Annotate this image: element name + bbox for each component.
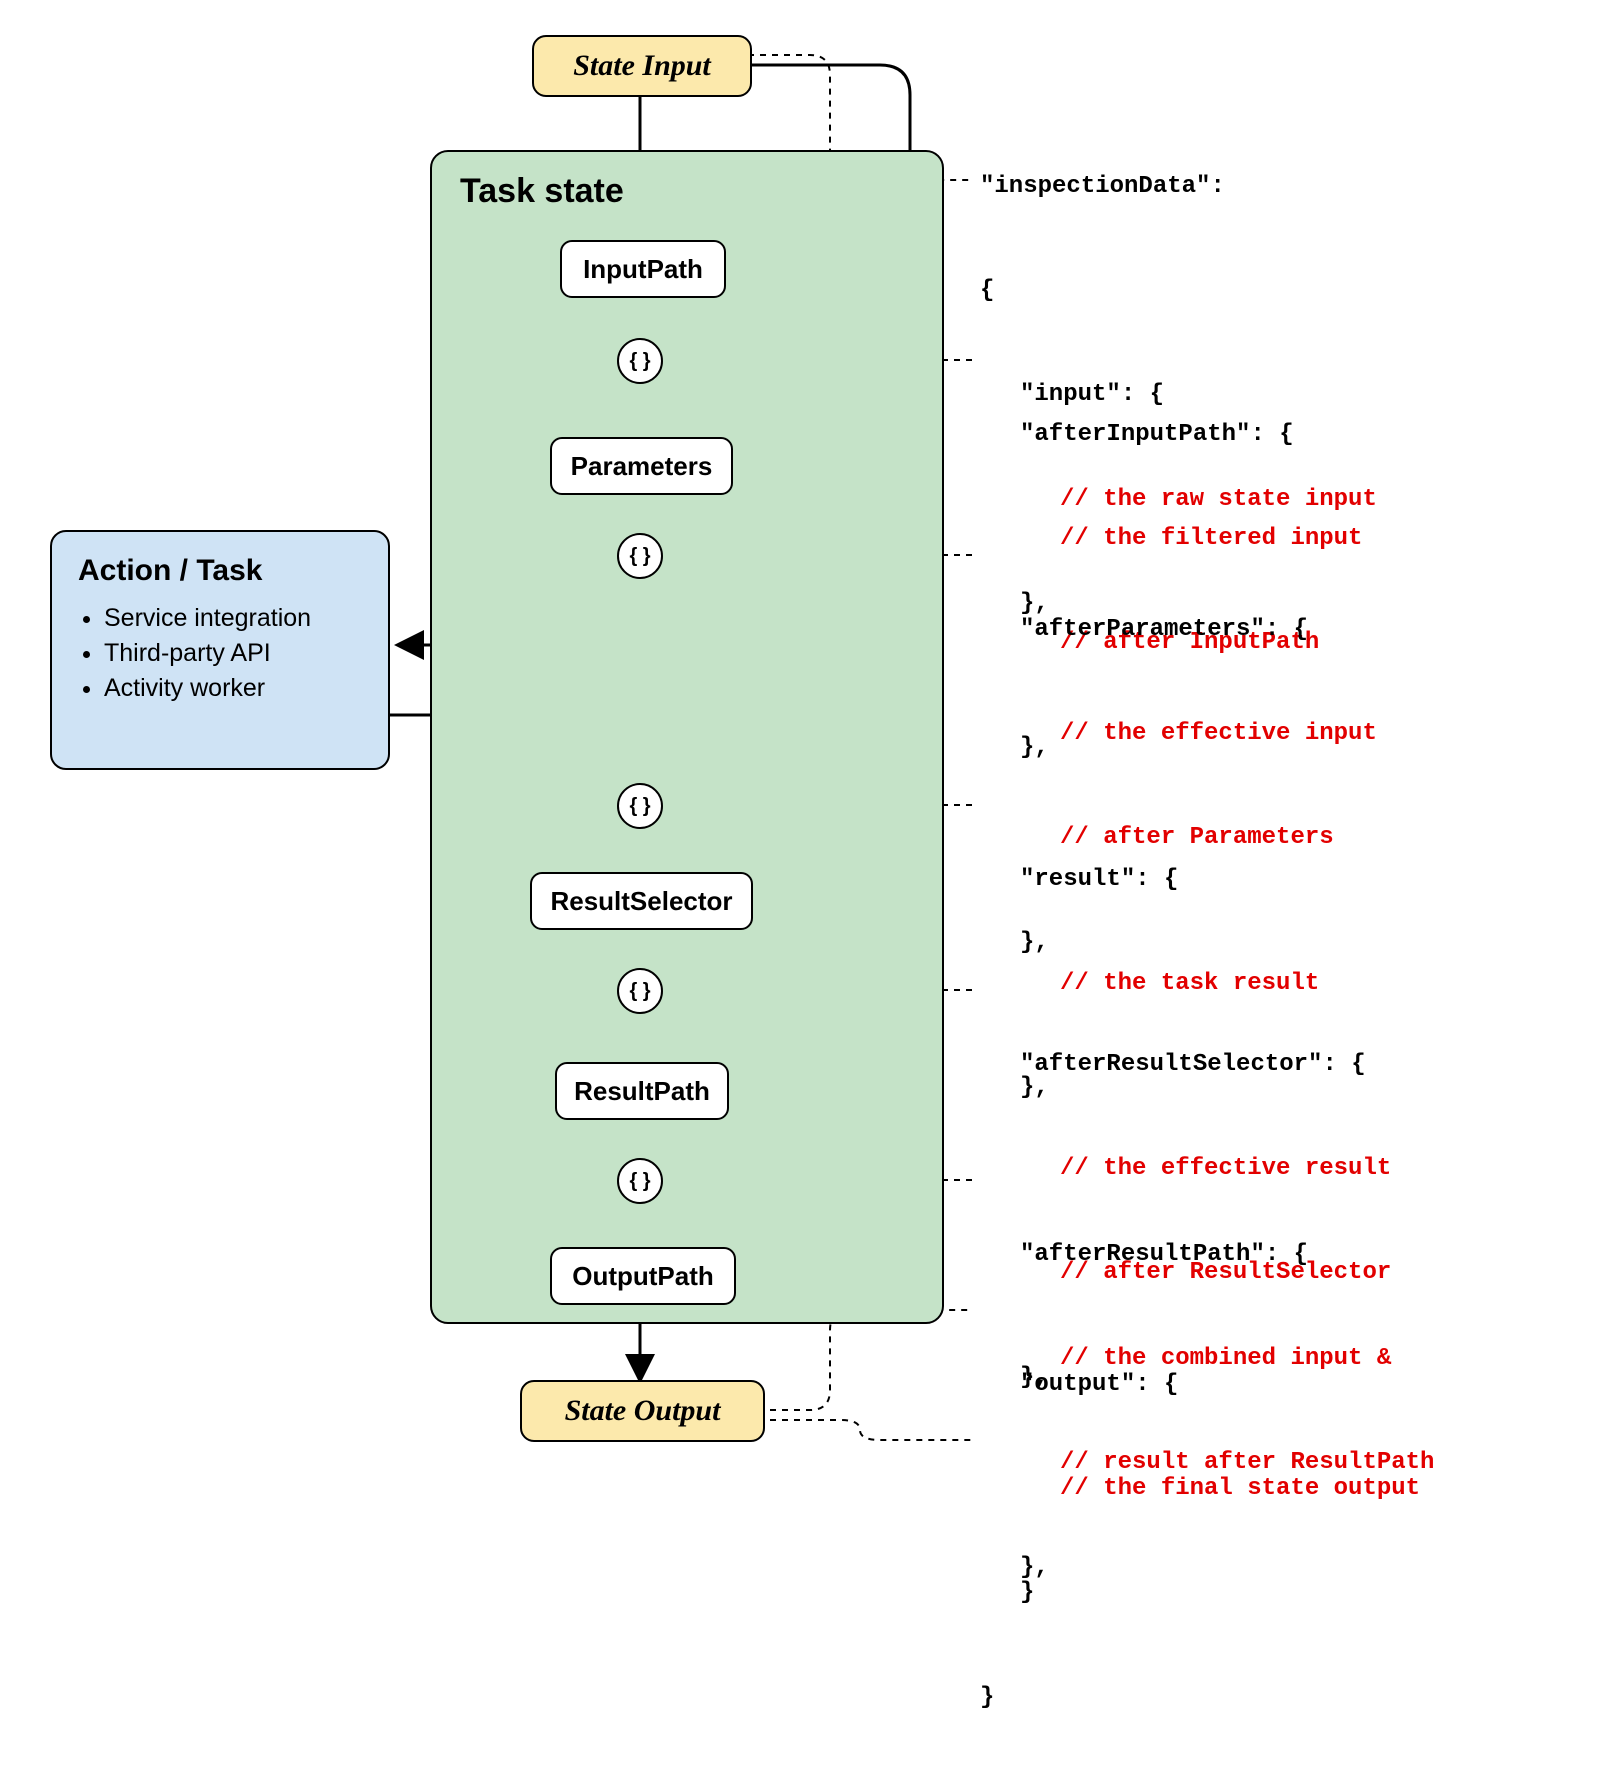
code-ars-key: "afterResultSelector": { bbox=[980, 1048, 1391, 1083]
code-output: "output": { // the final state output } … bbox=[980, 1298, 1420, 1785]
action-list: Service integration Third-party API Acti… bbox=[78, 604, 362, 703]
state-output-box: State Output bbox=[520, 1380, 765, 1442]
task-state-panel bbox=[430, 150, 944, 1324]
braces-after-resultselector: { } bbox=[617, 968, 663, 1014]
code-ap-c1: // the effective input bbox=[980, 717, 1377, 752]
code-out-close2: } bbox=[980, 1681, 1420, 1716]
action-task-box: Action / Task Service integration Third-… bbox=[50, 530, 390, 770]
action-item-worker: Activity worker bbox=[104, 674, 362, 703]
step-resultpath: ResultPath bbox=[555, 1062, 729, 1120]
step-outputpath: OutputPath bbox=[550, 1247, 736, 1305]
step-inputpath: InputPath bbox=[560, 240, 726, 298]
braces-after-inputpath: { } bbox=[617, 338, 663, 384]
code-out-key: "output": { bbox=[980, 1368, 1420, 1403]
diagram-canvas: Task state State Input State Output Inpu… bbox=[0, 0, 1600, 1500]
code-out-close1: } bbox=[980, 1576, 1420, 1611]
step-resultselector: ResultSelector bbox=[530, 872, 753, 930]
code-ap-key: "afterParameters": { bbox=[980, 613, 1377, 648]
task-state-title: Task state bbox=[460, 172, 624, 211]
code-arp-key: "afterResultPath": { bbox=[980, 1238, 1434, 1273]
code-open-brace: { bbox=[980, 274, 1377, 309]
step-parameters: Parameters bbox=[550, 437, 733, 495]
action-item-api: Third-party API bbox=[104, 639, 362, 668]
braces-after-parameters: { } bbox=[617, 533, 663, 579]
braces-result: { } bbox=[617, 783, 663, 829]
action-item-service: Service integration bbox=[104, 604, 362, 633]
braces-after-resultpath: { } bbox=[617, 1158, 663, 1204]
code-aip-key: "afterInputPath": { bbox=[980, 418, 1362, 453]
code-inspection-key: "inspectionData": bbox=[980, 170, 1377, 205]
code-out-c1: // the final state output bbox=[980, 1472, 1420, 1507]
state-input-box: State Input bbox=[532, 35, 752, 97]
action-title: Action / Task bbox=[78, 554, 362, 588]
code-res-key: "result": { bbox=[980, 863, 1319, 898]
